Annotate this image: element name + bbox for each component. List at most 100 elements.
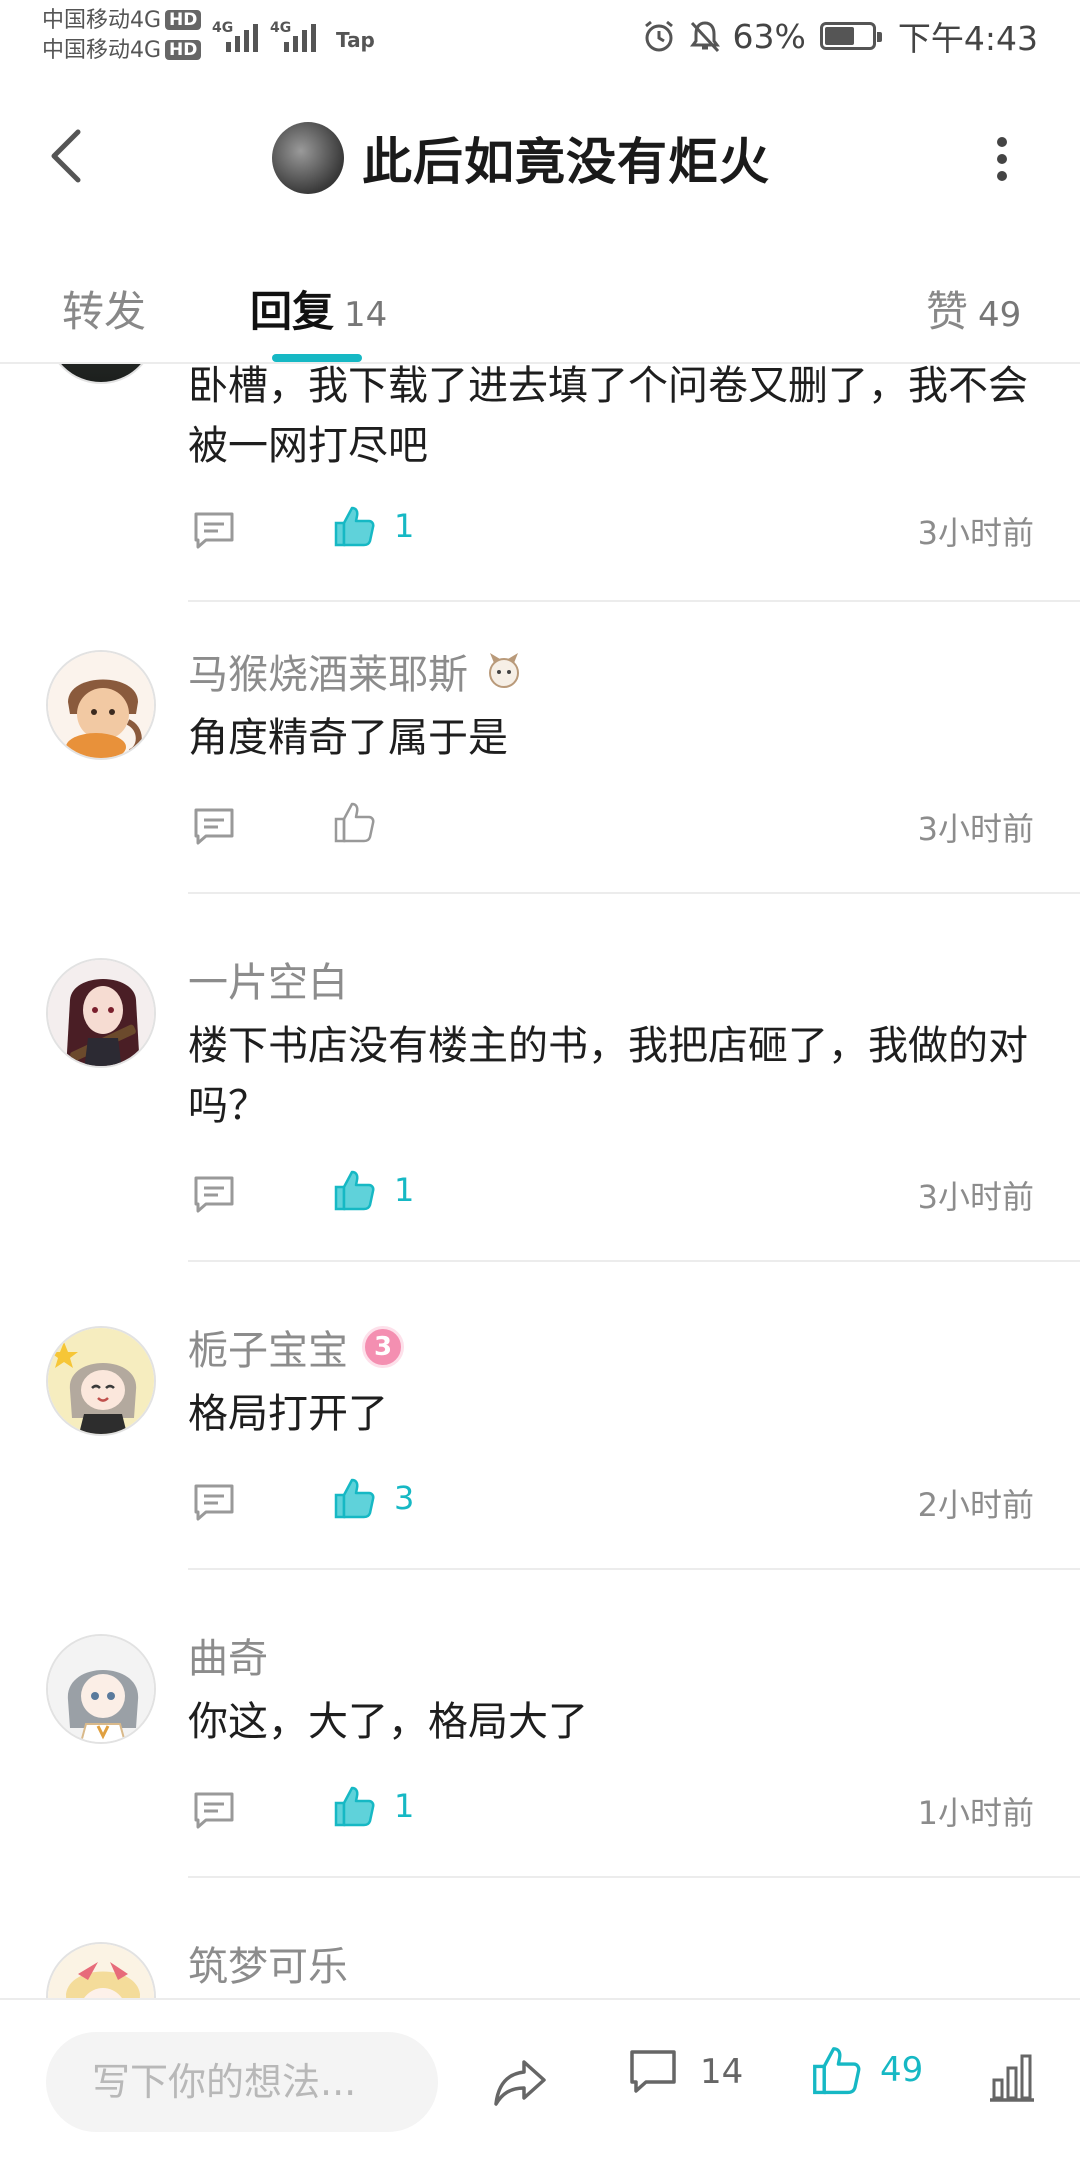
signal-strength-icon: 4G [212,20,258,52]
like-button[interactable]: 1 [332,1784,414,1828]
alarm-icon [644,20,673,52]
tab-likes[interactable]: 赞 49 [926,278,1021,339]
reply-icon[interactable] [192,1790,236,1830]
tab-label: 转发 [62,287,147,336]
username-text: 一片空白 [188,960,348,1006]
app-tag: Tap [336,28,375,52]
clock: 下午4:43 [897,19,1038,58]
stats-icon[interactable] [986,2050,1038,2104]
divider [188,1568,1080,1570]
author-avatar[interactable] [272,122,344,194]
comment-actions: 1 3小时前 [188,1166,1038,1226]
carrier-1: 中国移动4G [42,8,162,33]
more-icon[interactable] [994,134,1010,184]
mute-icon [689,21,720,53]
tab-label: 赞 [926,287,969,336]
like-button[interactable] [332,800,394,844]
reply-icon[interactable] [192,1174,236,1214]
user-avatar[interactable] [46,1326,156,1436]
user-avatar[interactable] [46,364,156,384]
comment-button[interactable]: 14 [628,2048,743,2096]
username[interactable]: 筑梦可乐 [188,1934,348,1992]
carrier-info: 中国移动4G HD 中国移动4G HD [42,6,202,66]
comment-actions: 3小时前 [188,798,1038,858]
bottom-action-bar: 写下你的想法... 14 49 [0,1998,1080,2160]
username[interactable]: 栀子宝宝 3 [188,1318,404,1376]
like-count: 1 [394,1171,415,1209]
user-avatar[interactable] [46,958,156,1068]
signal-indicators: 4G 4G Tap [212,16,375,52]
reply-icon[interactable] [192,510,236,550]
reply-icon[interactable] [192,1482,236,1522]
comment-input[interactable]: 写下你的想法... [46,2032,438,2132]
author-info[interactable]: 此后如竟没有炬火 [272,118,770,198]
username[interactable]: 一片空白 [188,950,348,1008]
tab-count: 49 [978,295,1022,335]
signal-strength-icon: 4G [270,20,316,52]
thumbs-up-icon [813,2047,861,2095]
comment-list[interactable]: 卧槽，我下载了进去填了个问卷又删了，我不会被一网打尽吧 1 3小时前 马猴烧酒莱… [0,364,1080,1998]
tab-label: 回复 [250,287,335,336]
level-badge-icon: 3 [362,1326,404,1368]
avatar-illustration [48,1944,154,1998]
comment-text: 格局打开了 [188,1391,388,1437]
divider [188,1260,1080,1262]
comment-text: 楼下书店没有楼主的书，我把店砸了，我做的对吗？ [188,1023,1028,1129]
page-title: 此后如竟没有炬火 [362,133,770,191]
comment-text: 角度精奇了属于是 [188,715,508,761]
username-text: 曲奇 [188,1636,268,1682]
level-badge-text: 3 [373,1332,393,1362]
thumbs-up-outline-icon [334,802,375,843]
network-type-1: 4G [212,20,234,36]
avatar-badge-icon [489,653,519,688]
username-text: 马猴烧酒莱耶斯 [188,652,468,698]
tab-count: 14 [344,295,388,335]
user-avatar[interactable] [46,650,156,760]
comment-text: 卧槽，我下载了进去填了个问卷又删了，我不会被一网打尽吧 [188,364,1028,469]
like-count: 1 [394,507,415,545]
system-indicators: 63% 下午4:43 [641,14,1038,58]
like-count: 49 [880,2050,924,2090]
comment-time: 2小时前 [917,1486,1034,1524]
post-replies-screen: 中国移动4GHD 中国移动4GHD 4G 4G Tap 63% 下午4:43 [0,0,1080,2160]
avatar-illustration [48,652,154,758]
battery-percent: 63% [732,16,806,56]
comment-time: 3小时前 [917,1178,1034,1216]
like-button[interactable]: 1 [332,504,414,548]
active-tab-indicator [272,354,362,362]
hd-badge: HD [165,40,202,60]
comment-time: 3小时前 [917,514,1034,552]
like-button[interactable]: 3 [332,1476,414,1520]
divider [188,1876,1080,1878]
battery-level-fill [824,27,854,45]
like-button[interactable]: 1 [332,1168,414,1212]
tab-replies[interactable]: 回复 14 [250,278,387,339]
username-text: 筑梦可乐 [188,1944,348,1990]
thumbs-up-icon [334,506,375,547]
tab-reposts[interactable]: 转发 [62,278,146,339]
username[interactable]: 曲奇 [188,1626,268,1684]
hd-badge: HD [165,10,202,30]
comment-count: 14 [700,2052,744,2092]
thumbs-up-icon [334,1478,375,1519]
share-icon[interactable] [492,2056,548,2108]
comment-actions: 1 1小时前 [188,1782,1038,1842]
like-count: 1 [394,1787,415,1825]
back-icon[interactable] [44,126,88,186]
divider [188,892,1080,894]
reply-icon[interactable] [192,806,236,846]
carrier-2: 中国移动4G [42,38,162,63]
post-header: 此后如竟没有炬火 [0,72,1080,242]
avatar-illustration [48,1636,154,1742]
like-post-button[interactable]: 49 [810,2044,923,2096]
network-type-2: 4G [270,20,292,36]
username-text: 栀子宝宝 [188,1328,348,1374]
comment-time: 1小时前 [917,1794,1034,1832]
user-avatar[interactable] [46,1942,156,1998]
username[interactable]: 马猴烧酒莱耶斯 [188,642,526,700]
comment-actions: 3 2小时前 [188,1474,1038,1534]
comment-icon [630,2050,676,2093]
battery-icon [819,22,882,50]
thumbs-up-icon [334,1170,375,1211]
user-avatar[interactable] [46,1634,156,1744]
